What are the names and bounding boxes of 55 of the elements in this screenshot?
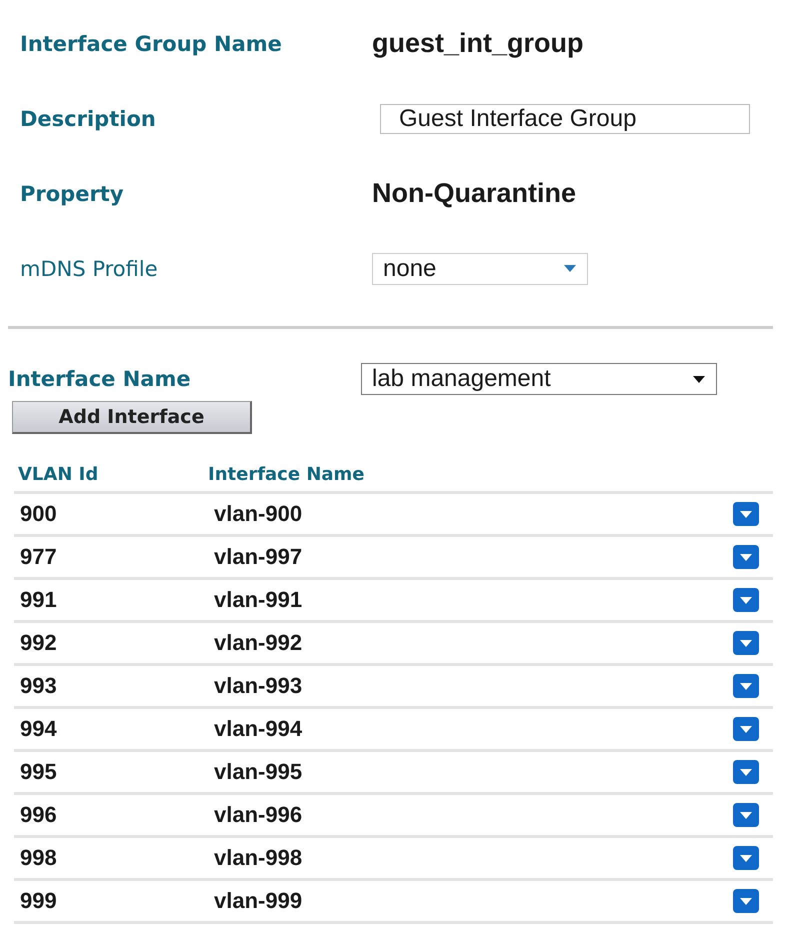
table-cell-text: 996	[19, 802, 58, 828]
caret-icon	[739, 896, 753, 906]
table-cell-text: 999	[19, 888, 58, 914]
table-cell-text: 998	[19, 845, 58, 871]
table-cell-text: vlan-994	[213, 716, 304, 742]
caret-icon	[739, 682, 753, 690]
caret-icon	[739, 810, 753, 820]
table-cell-text: 994	[19, 716, 58, 742]
field-label: Interface Group Name	[20, 32, 282, 56]
table-cell-text: 993	[19, 673, 58, 699]
caret-icon	[739, 596, 753, 604]
table-cell-text: vlan-996	[213, 802, 304, 828]
row-menu-button[interactable]	[733, 846, 759, 870]
caret-icon	[739, 638, 753, 648]
row-menu-button[interactable]	[733, 889, 759, 913]
table-cell-text: vlan-997	[213, 544, 304, 570]
interface-dropdown[interactable]: lab management	[361, 363, 717, 395]
row-menu-button[interactable]	[733, 545, 759, 569]
add-interface-button[interactable]: Add Interface	[12, 401, 252, 434]
caret-icon	[739, 510, 753, 518]
profile-dropdown[interactable]: none	[372, 252, 588, 284]
row-menu-button[interactable]	[733, 674, 759, 698]
table-cell-text: vlan-993	[213, 673, 304, 699]
table-cell-text: vlan-900	[213, 501, 304, 527]
table-cell-text: 900	[19, 501, 58, 527]
caret-icon	[692, 374, 706, 384]
column-header: Interface Name	[208, 464, 366, 485]
table-cell-text: 977	[19, 544, 58, 570]
field-value: Non-Quarantine	[372, 178, 576, 209]
caret-icon	[739, 552, 753, 562]
table-cell-text: vlan-998	[213, 845, 304, 871]
row-menu-button[interactable]	[733, 631, 759, 655]
column-header: VLAN Id	[18, 464, 100, 485]
table-cell-text: vlan-999	[213, 888, 304, 914]
row-menu-button[interactable]	[733, 760, 759, 784]
field-label: Description	[20, 106, 156, 130]
field-value: guest_int_group	[372, 28, 584, 59]
row-menu-button[interactable]	[733, 502, 759, 526]
caret-icon	[563, 264, 577, 273]
caret-icon	[739, 724, 753, 734]
table-cell-text: 995	[19, 759, 58, 785]
table-cell-text: 991	[19, 587, 58, 613]
table-cell-text: vlan-991	[213, 587, 304, 613]
field-label: Property	[20, 182, 124, 206]
row-menu-button[interactable]	[733, 717, 759, 741]
caret-icon	[739, 768, 753, 776]
table-cell-text: vlan-995	[213, 759, 304, 785]
field-label: mDNS Profile	[20, 256, 158, 280]
description-field[interactable]: Guest Interface Group	[380, 104, 750, 134]
table-cell-text: 992	[19, 630, 58, 656]
field-label: Interface Name	[8, 367, 191, 391]
row-menu-button[interactable]	[733, 803, 759, 827]
row-menu-button[interactable]	[733, 588, 759, 612]
table-cell-text: vlan-992	[213, 630, 304, 656]
caret-icon	[739, 854, 753, 862]
